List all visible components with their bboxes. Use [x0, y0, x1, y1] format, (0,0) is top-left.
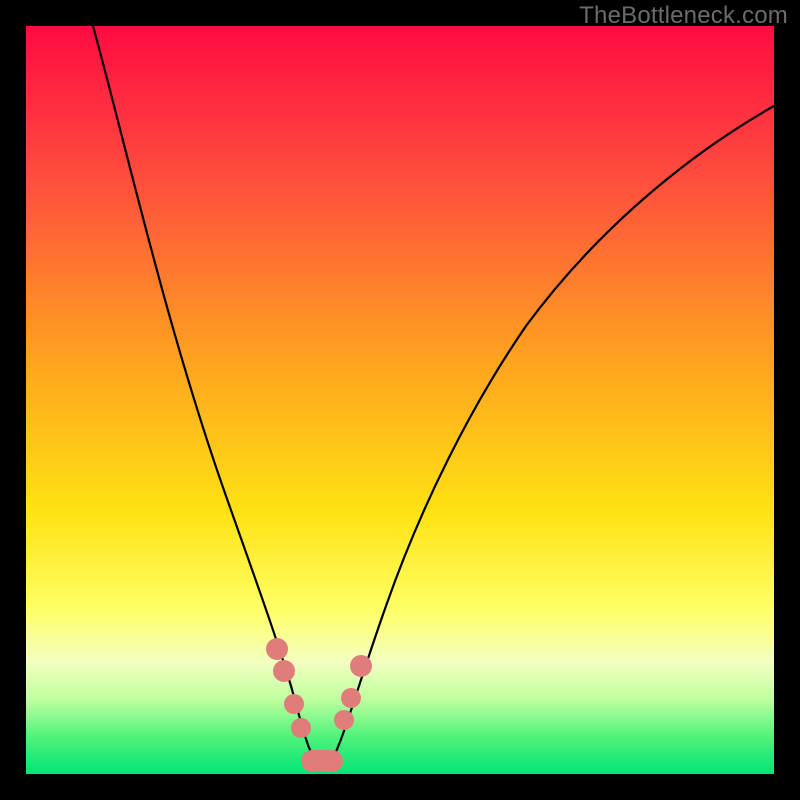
- curve-min-marker: [301, 750, 343, 772]
- gradient-background: [26, 26, 774, 774]
- watermark-text: TheBottleneck.com: [579, 2, 788, 30]
- chart-svg: [26, 26, 774, 774]
